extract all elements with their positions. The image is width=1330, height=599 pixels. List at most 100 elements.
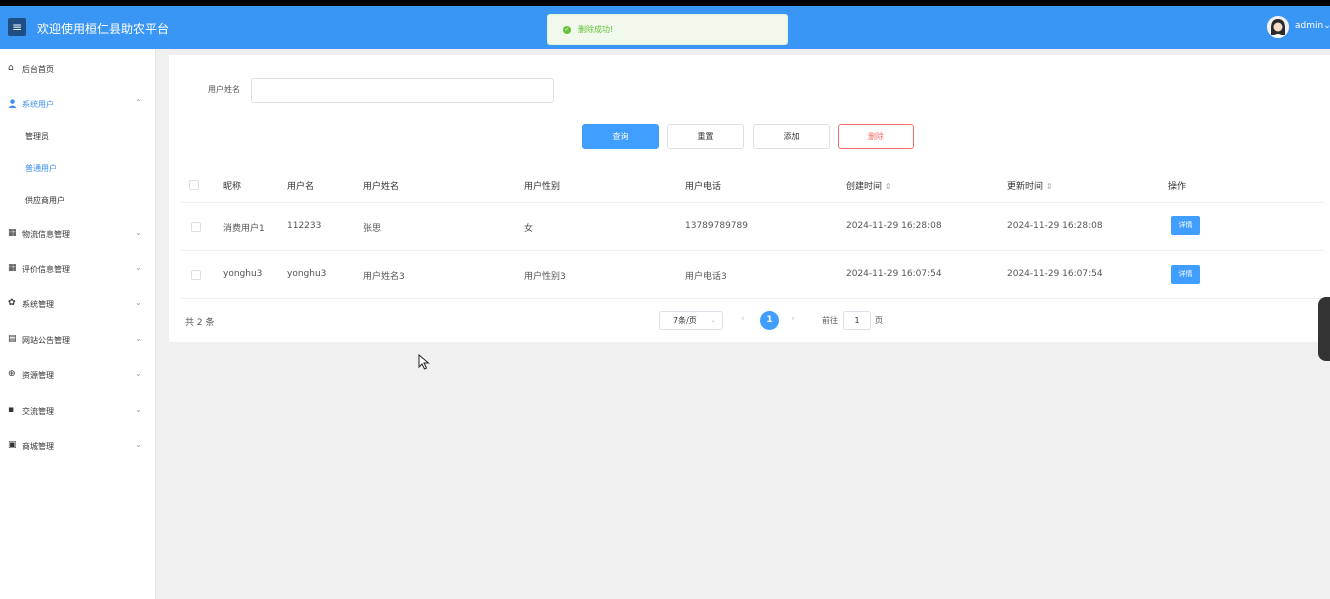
sidebar-item-system-users[interactable]: 系统用户 ⌃ — [0, 89, 155, 119]
column-header-actions: 操作 — [1168, 182, 1187, 192]
mouse-cursor-icon — [418, 353, 430, 373]
cell-created: 2024-11-29 16:07:54 — [846, 269, 942, 279]
app-title: 欢迎使用桓仁县助农平台 — [37, 22, 170, 36]
grid-icon: ▦ — [8, 263, 17, 273]
reset-button[interactable]: 重置 — [667, 124, 744, 149]
hamburger-icon[interactable]: ≡ — [8, 18, 26, 36]
shop-icon: ▣ — [8, 440, 17, 450]
sidebar-item-label: 评价信息管理 — [22, 265, 70, 274]
sidebar-subitem-normal-user[interactable]: 普通用户 — [0, 153, 155, 183]
column-header-username: 用户名 — [287, 182, 315, 192]
column-header-updated[interactable]: 更新时间 ⇕ — [1007, 179, 1053, 192]
floating-side-tab[interactable] — [1318, 297, 1330, 361]
chevron-down-icon: ⌄ — [135, 369, 142, 378]
sidebar-item-label: 商城管理 — [22, 442, 54, 451]
user-menu[interactable]: admin⌄ — [1295, 21, 1330, 31]
cell-realname: 张思 — [363, 224, 382, 234]
next-page-button[interactable]: › — [791, 314, 795, 324]
column-header-realname: 用户姓名 — [363, 182, 400, 192]
chevron-down-icon: ⌄ — [135, 228, 142, 237]
chevron-down-icon: ⌄ — [710, 316, 716, 324]
prev-page-button[interactable]: ‹ — [741, 314, 745, 324]
sidebar-item-label: 系统管理 — [22, 300, 54, 309]
cell-realname: 用户姓名3 — [363, 272, 405, 282]
column-header-gender: 用户性别 — [524, 182, 561, 192]
search-label: 用户姓名 — [208, 85, 240, 94]
sidebar-item-shop[interactable]: ▣ 商城管理 ⌄ — [0, 431, 155, 461]
home-icon: ⌂ — [8, 63, 14, 73]
gear-icon: ✿ — [8, 298, 16, 308]
cell-created: 2024-11-29 16:28:08 — [846, 221, 942, 231]
sidebar-subitem-label: 管理员 — [25, 132, 49, 141]
column-header-phone: 用户电话 — [685, 182, 722, 192]
row-divider — [181, 202, 1325, 203]
goto-suffix: 页 — [875, 316, 883, 325]
sidebar-item-system[interactable]: ✿ 系统管理 ⌄ — [0, 289, 155, 319]
sidebar-item-label: 网站公告管理 — [22, 336, 70, 345]
main-content-card: 用户姓名 查询 重置 添加 删除 昵称 用户名 用户姓名 用户性别 用户电话 创… — [169, 55, 1330, 342]
column-header-label: 更新时间 — [1007, 182, 1044, 192]
pagination-total: 共 2 条 — [185, 318, 215, 328]
chevron-down-icon: ⌄ — [135, 298, 142, 307]
cell-nickname: yonghu3 — [223, 269, 263, 279]
success-check-icon: ✓ — [563, 26, 571, 34]
add-button[interactable]: 添加 — [753, 124, 830, 149]
column-header-label: 创建时间 — [846, 182, 883, 192]
sidebar-item-logistics[interactable]: ▦ 物流信息管理 ⌄ — [0, 219, 155, 249]
sort-icon[interactable]: ⇕ — [1046, 182, 1053, 191]
document-icon: ▤ — [8, 334, 17, 344]
sort-icon[interactable]: ⇕ — [885, 182, 892, 191]
row-divider — [181, 298, 1325, 299]
sidebar-item-reviews[interactable]: ▦ 评价信息管理 ⌄ — [0, 254, 155, 284]
select-all-checkbox[interactable] — [189, 180, 199, 190]
cell-updated: 2024-11-29 16:07:54 — [1007, 269, 1103, 279]
chevron-up-icon: ⌃ — [135, 98, 142, 107]
chevron-down-icon: ⌄ — [135, 440, 142, 449]
row-checkbox[interactable] — [191, 270, 201, 280]
cell-phone: 用户电话3 — [685, 272, 727, 282]
chevron-down-icon: ⌄ — [1323, 21, 1330, 31]
sidebar-item-announcements[interactable]: ▤ 网站公告管理 ⌄ — [0, 325, 155, 355]
detail-button[interactable]: 详情 — [1171, 265, 1200, 284]
page-size-value: 7条/页 — [673, 316, 697, 325]
chevron-down-icon: ⌄ — [135, 334, 142, 343]
sidebar-subitem-supplier-user[interactable]: 供应商用户 — [0, 185, 155, 215]
delete-button[interactable]: 删除 — [838, 124, 914, 149]
toast-message: 删除成功! — [578, 25, 614, 34]
sidebar-item-label: 物流信息管理 — [22, 230, 70, 239]
column-header-created[interactable]: 创建时间 ⇕ — [846, 179, 892, 192]
goto-page-input[interactable]: 1 — [843, 311, 871, 330]
page-number-1[interactable]: 1 — [760, 311, 779, 330]
sidebar-item-communication[interactable]: ▪ 交流管理 ⌄ — [0, 396, 155, 426]
cell-username: 112233 — [287, 221, 322, 231]
sidebar-subitem-label: 普通用户 — [25, 164, 57, 173]
cell-gender: 用户性别3 — [524, 272, 566, 282]
detail-button[interactable]: 详情 — [1171, 216, 1200, 235]
sidebar: ⌂ 后台首页 系统用户 ⌃ 管理员 普通用户 供应商用户 ▦ 物流信息管理 ⌄ … — [0, 49, 156, 599]
sidebar-item-label: 资源管理 — [22, 371, 54, 380]
success-toast: ✓ 删除成功! — [547, 14, 788, 45]
cell-username: yonghu3 — [287, 269, 327, 279]
column-header-nickname: 昵称 — [223, 182, 242, 192]
message-icon: ▪ — [8, 405, 15, 415]
row-divider — [181, 250, 1325, 251]
sidebar-subitem-label: 供应商用户 — [25, 196, 65, 205]
sidebar-subitem-admin[interactable]: 管理员 — [0, 121, 155, 151]
row-checkbox[interactable] — [191, 222, 201, 232]
cell-gender: 女 — [524, 224, 534, 234]
chevron-down-icon: ⌄ — [135, 405, 142, 414]
sidebar-item-home[interactable]: ⌂ 后台首页 — [0, 54, 155, 84]
query-button[interactable]: 查询 — [582, 124, 659, 149]
sidebar-item-resources[interactable]: ⊕ 资源管理 ⌄ — [0, 360, 155, 390]
sidebar-item-label: 系统用户 — [22, 100, 54, 109]
user-name: admin — [1295, 21, 1324, 31]
avatar[interactable] — [1267, 16, 1289, 38]
grid-icon: ▦ — [8, 228, 17, 238]
search-input[interactable] — [251, 78, 554, 103]
chevron-down-icon: ⌄ — [135, 263, 142, 272]
page-size-select[interactable]: 7条/页 ⌄ — [659, 311, 723, 330]
goto-label: 前往 — [822, 316, 838, 325]
sidebar-item-label: 后台首页 — [22, 65, 54, 74]
cell-phone: 13789789789 — [685, 221, 748, 231]
sidebar-item-label: 交流管理 — [22, 407, 54, 416]
